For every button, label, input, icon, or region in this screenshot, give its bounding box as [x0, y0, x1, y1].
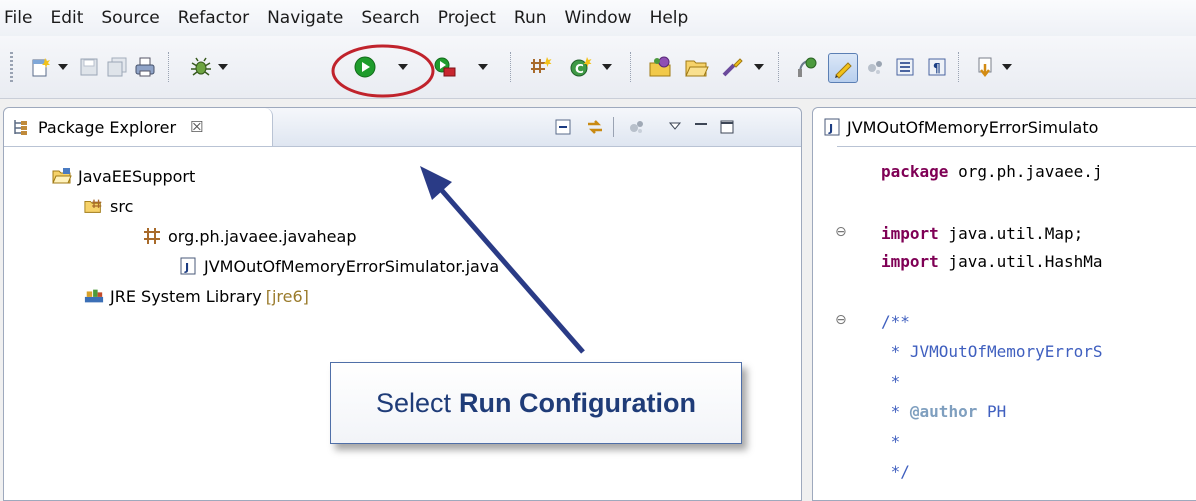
callout-prefix: Select	[376, 387, 452, 418]
pointer-arrow	[436, 184, 585, 354]
callout-box: Select Run Configuration	[330, 362, 742, 444]
callout-emphasis: Run Configuration	[459, 387, 696, 418]
highlight-circle	[331, 44, 435, 98]
